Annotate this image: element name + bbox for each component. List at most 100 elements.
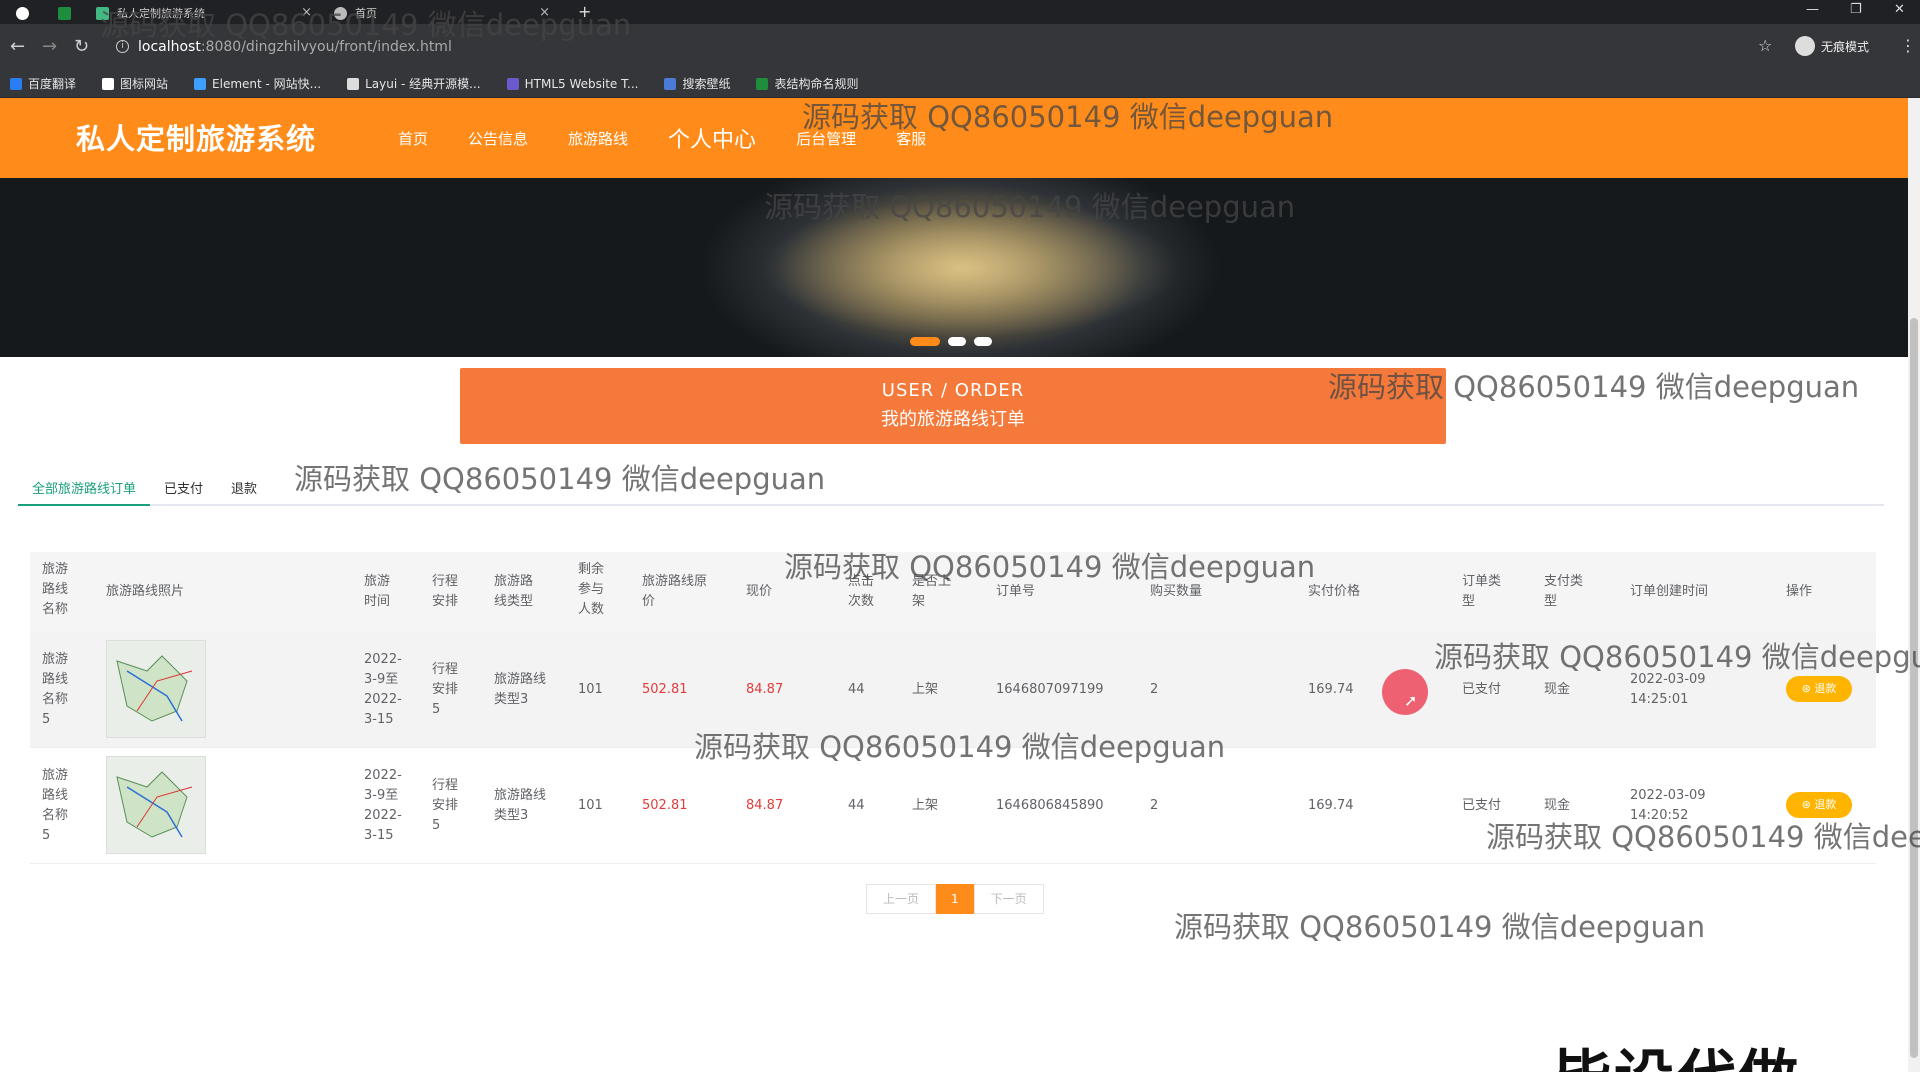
carousel-dot[interactable] bbox=[948, 337, 966, 346]
watermark: 源码获取 QQ86050149 微信deepguan bbox=[764, 190, 1296, 224]
schedule: 行程安排5 bbox=[432, 662, 459, 717]
watermark: 源码获取 QQ86050149 微信deepguan bbox=[1328, 370, 1860, 404]
translate-icon bbox=[10, 77, 22, 90]
watermark: 源码获取 QQ86050149 微信deepguan bbox=[694, 730, 1226, 764]
col-paid: 实付价格 bbox=[1308, 584, 1361, 599]
bookmark-item[interactable]: Element - 网站快... bbox=[194, 75, 321, 92]
qty: 2 bbox=[1150, 798, 1159, 813]
page-scrollbar[interactable] bbox=[1908, 98, 1920, 1072]
col-remaining: 剩余参与人数 bbox=[578, 562, 605, 617]
nav-routes[interactable]: 旅游路线 bbox=[568, 128, 628, 149]
layui-icon bbox=[347, 77, 360, 90]
reload-icon[interactable]: ↻ bbox=[74, 36, 89, 57]
mouse-pointer-icon: ➚ bbox=[1404, 691, 1418, 710]
click-indicator: ➚ bbox=[1382, 669, 1428, 715]
back-icon[interactable]: ← bbox=[10, 36, 25, 57]
clicks: 44 bbox=[848, 798, 865, 813]
schedule: 行程安排5 bbox=[432, 778, 459, 833]
refund-button[interactable]: ⊛ 退款 bbox=[1786, 676, 1852, 702]
next-page-button[interactable]: 下一页 bbox=[973, 884, 1044, 914]
route-name: 旅游路线名称5 bbox=[42, 768, 69, 843]
section-title-cn: 我的旅游路线订单 bbox=[881, 409, 1025, 430]
wallpaper-icon bbox=[664, 77, 677, 90]
bookmark-label: HTML5 Website T... bbox=[524, 76, 639, 91]
col-schedule: 行程安排 bbox=[432, 574, 459, 609]
bookmark-label: Element - 网站快... bbox=[212, 77, 322, 91]
price: 84.87 bbox=[746, 798, 784, 813]
price: 84.87 bbox=[746, 682, 784, 697]
nav-notices[interactable]: 公告信息 bbox=[468, 128, 528, 149]
minimize-button[interactable]: — bbox=[1806, 2, 1819, 17]
element-icon bbox=[194, 77, 207, 90]
paid: 169.74 bbox=[1308, 798, 1354, 813]
forward-icon[interactable]: → bbox=[42, 36, 57, 57]
refund-label: 退款 bbox=[1814, 682, 1837, 695]
travel-time: 2022-3-9至2022-3-15 bbox=[364, 768, 402, 843]
bookmark-label: 搜索壁纸 bbox=[682, 77, 731, 91]
bookmark-label: Layui - 经典开源模... bbox=[365, 77, 481, 91]
prev-page-button[interactable]: 上一页 bbox=[866, 884, 937, 914]
watermark: 源码获取 QQ86050149 微信deepguan bbox=[802, 100, 1334, 134]
route-map-image[interactable] bbox=[106, 756, 206, 854]
close-window-button[interactable]: ✕ bbox=[1894, 2, 1905, 17]
travel-time: 2022-3-9至2022-3-15 bbox=[364, 652, 402, 727]
tab-refund[interactable]: 退款 bbox=[217, 468, 271, 506]
html5-icon bbox=[506, 77, 519, 90]
route-type: 旅游路线类型3 bbox=[494, 672, 547, 707]
pay-type: 现金 bbox=[1544, 682, 1571, 697]
watermark: 源码获取 QQ86050149 微信deepguan bbox=[1486, 820, 1920, 854]
incognito-profile[interactable]: 无痕模式 bbox=[1795, 36, 1869, 56]
sheet-icon bbox=[756, 77, 769, 90]
on-shelf: 上架 bbox=[912, 798, 939, 813]
pagination: 上一页 1 下一页 bbox=[866, 884, 1044, 914]
bookmark-item[interactable]: 搜索壁纸 bbox=[664, 75, 730, 92]
bookmark-star-icon[interactable]: ☆ bbox=[1758, 36, 1772, 55]
carousel-dot[interactable] bbox=[910, 337, 940, 346]
bookmark-item[interactable]: 图标网站 bbox=[102, 75, 168, 92]
incognito-icon bbox=[1795, 36, 1815, 56]
bookmark-label: 表结构命名规则 bbox=[774, 77, 859, 91]
tab-paid[interactable]: 已支付 bbox=[150, 468, 217, 506]
orig-price: 502.81 bbox=[642, 798, 688, 813]
route-name: 旅游路线名称5 bbox=[42, 652, 69, 727]
col-route-photo: 旅游路线照片 bbox=[106, 584, 185, 599]
watermark: 源码获取 QQ86050149 微信deepguan bbox=[294, 462, 826, 496]
carousel-dot[interactable] bbox=[974, 337, 992, 346]
col-created: 订单创建时间 bbox=[1630, 584, 1709, 599]
orig-price: 502.81 bbox=[642, 682, 688, 697]
paid: 169.74 bbox=[1308, 682, 1354, 697]
col-pay-type: 支付类型 bbox=[1544, 574, 1584, 609]
col-action: 操作 bbox=[1786, 584, 1813, 599]
stamp-text: 毕设代做 bbox=[1552, 1030, 1800, 1072]
bookmark-item[interactable]: HTML5 Website T... bbox=[506, 76, 639, 91]
flag-icon bbox=[102, 77, 115, 90]
nav-user-center[interactable]: 个人中心 bbox=[668, 122, 756, 154]
page-number[interactable]: 1 bbox=[936, 884, 974, 914]
site-brand[interactable]: 私人定制旅游系统 bbox=[76, 116, 316, 158]
bookmark-item[interactable]: 百度翻译 bbox=[10, 75, 76, 92]
tab-all-orders[interactable]: 全部旅游路线订单 bbox=[18, 468, 151, 506]
col-route-type: 旅游路线类型 bbox=[494, 574, 534, 609]
bookmark-item[interactable]: Layui - 经典开源模... bbox=[347, 75, 481, 92]
carousel-indicators bbox=[910, 337, 1000, 346]
route-map-image[interactable] bbox=[106, 640, 206, 738]
restore-button[interactable]: ❐ bbox=[1850, 2, 1862, 17]
remaining: 101 bbox=[578, 798, 603, 813]
bookmark-label: 图标网站 bbox=[120, 77, 169, 91]
browser-app-icon[interactable] bbox=[8, 2, 45, 24]
refund-label: 退款 bbox=[1814, 798, 1837, 811]
clicks: 44 bbox=[848, 682, 865, 697]
col-orig-price: 旅游路线原价 bbox=[642, 574, 708, 609]
order-type: 已支付 bbox=[1462, 798, 1502, 813]
nav-home[interactable]: 首页 bbox=[398, 128, 428, 149]
profile-label: 无痕模式 bbox=[1821, 39, 1870, 54]
remaining: 101 bbox=[578, 682, 603, 697]
scrollbar-thumb[interactable] bbox=[1910, 318, 1918, 1058]
bookmark-item[interactable]: 表结构命名规则 bbox=[756, 75, 858, 92]
sheet-icon[interactable] bbox=[50, 2, 87, 24]
col-route-name: 旅游路线名称 bbox=[42, 562, 69, 617]
col-travel-time: 旅游时间 bbox=[364, 574, 391, 609]
browser-menu-icon[interactable]: ⋮ bbox=[1900, 36, 1916, 55]
created: 2022-03-09 14:25:01 bbox=[1630, 672, 1706, 707]
route-type: 旅游路线类型3 bbox=[494, 788, 547, 823]
